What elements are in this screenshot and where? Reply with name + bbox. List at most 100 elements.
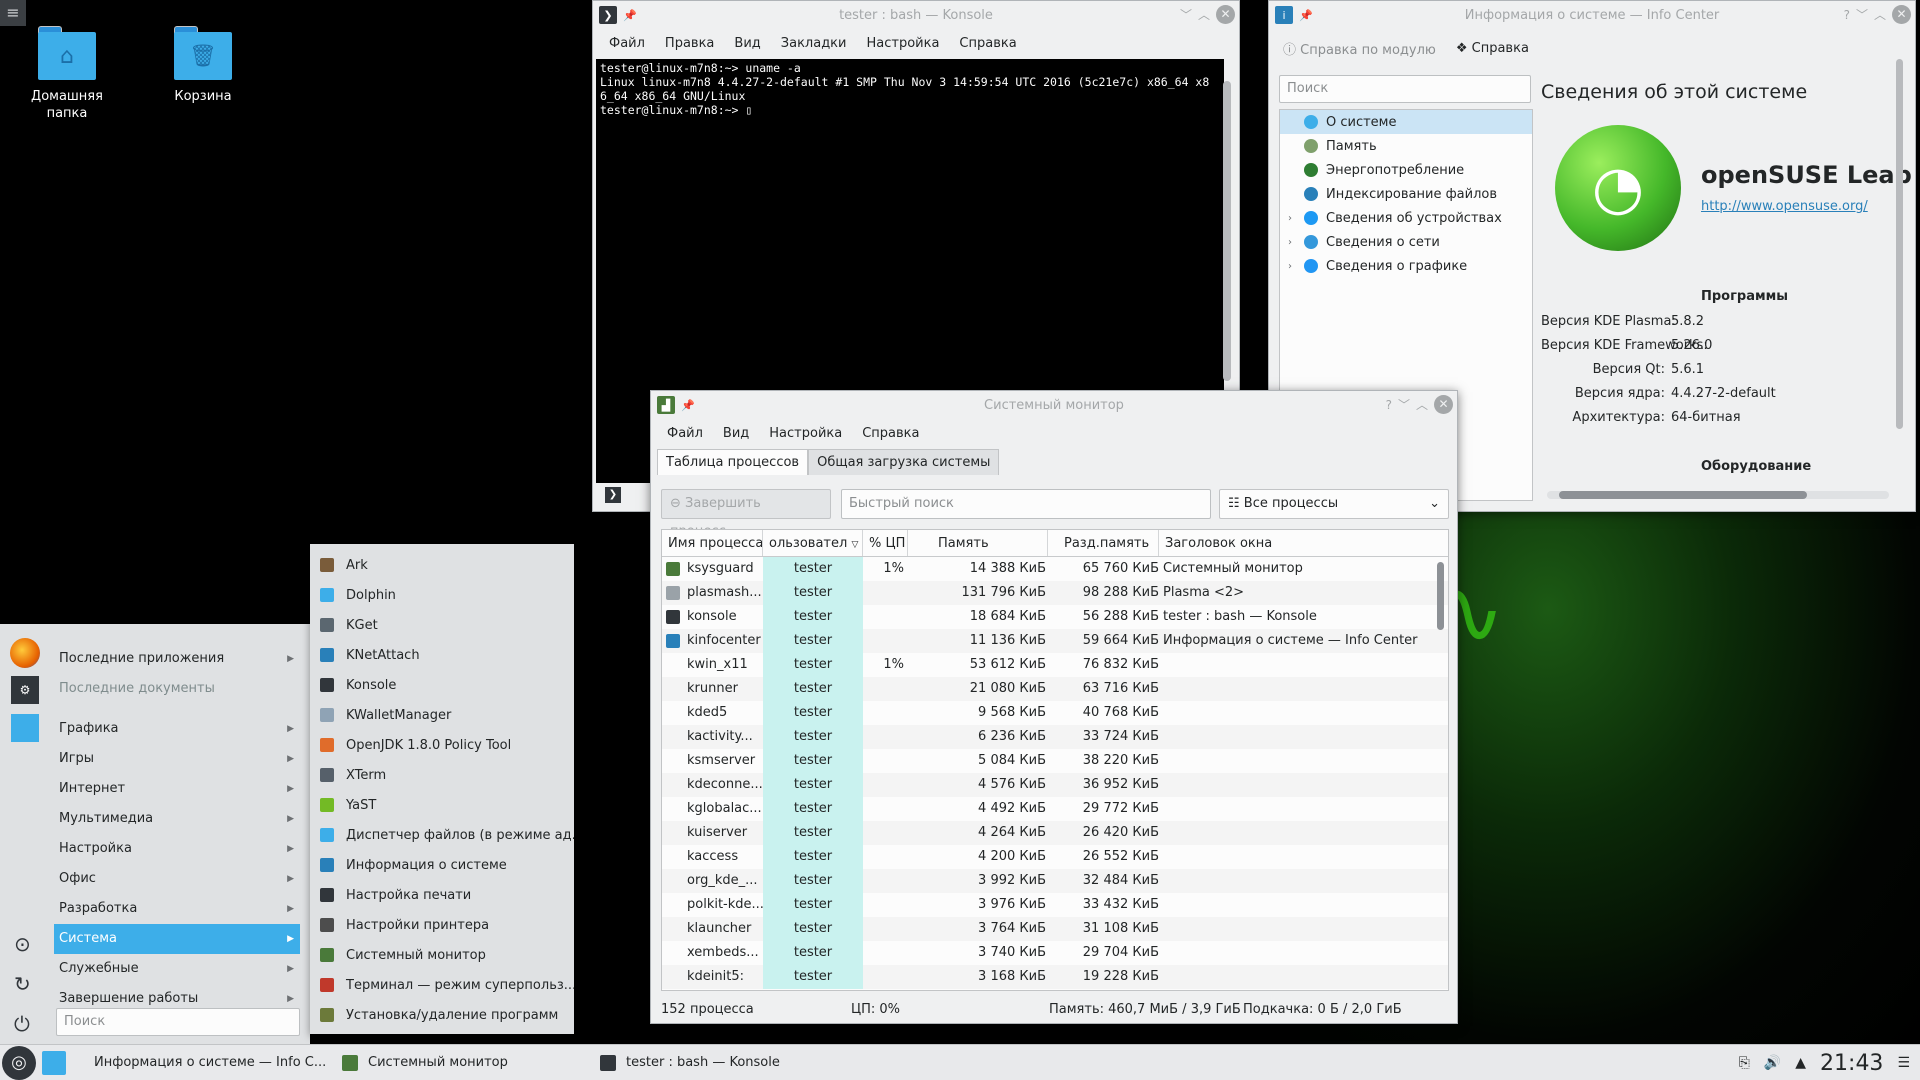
tree-item[interactable]: Энергопотребление <box>1280 158 1532 182</box>
switch-user-icon[interactable]: ↻ <box>14 972 31 996</box>
table-row[interactable]: polkit-kde... tester 3 976 КиБ 33 432 КиБ <box>662 893 1448 917</box>
table-row[interactable]: kded5 tester 9 568 КиБ 40 768 КиБ <box>662 701 1448 725</box>
konsole-tab-icon[interactable]: ❯ <box>605 487 621 503</box>
konsole-titlebar[interactable]: ❯ 📌 tester : bash — Konsole ﹀ ︿ ✕ <box>593 1 1239 29</box>
search-input[interactable]: Поиск <box>1279 75 1531 103</box>
taskbar-task[interactable]: Информация о системе — Info C... <box>76 1047 334 1079</box>
table-row[interactable]: kinfocenter tester 11 136 КиБ 59 664 КиБ Инф… <box>662 629 1448 653</box>
menu-file[interactable]: Файл <box>657 426 713 441</box>
infocenter-titlebar[interactable]: i 📌 Информация о системе — Info Center ?… <box>1269 1 1915 29</box>
minimize-icon[interactable]: ﹀ <box>1398 396 1410 413</box>
taskbar-task[interactable]: tester : bash — Konsole <box>592 1047 812 1079</box>
submenu-item[interactable]: KGet <box>310 610 574 640</box>
table-row[interactable]: org_kde_... tester 3 992 КиБ 32 484 КиБ <box>662 869 1448 893</box>
desktop-toolbox-button[interactable]: ≡ <box>0 0 26 26</box>
table-row[interactable]: plasmash... tester 131 796 КиБ 98 288 КиБ Pl… <box>662 581 1448 605</box>
lock-screen-icon[interactable]: ⊙ <box>14 932 31 956</box>
submenu-item[interactable]: KNetAttach <box>310 640 574 670</box>
tree-item[interactable]: › Сведения об устройствах <box>1280 206 1532 230</box>
category-item[interactable]: Система ▶ <box>54 924 300 954</box>
menu-settings[interactable]: Настройка <box>759 426 852 441</box>
table-row[interactable]: kaccess tester 4 200 КиБ 26 552 КиБ <box>662 845 1448 869</box>
tree-item[interactable]: › Сведения о графике <box>1280 254 1532 278</box>
volume-icon[interactable]: 🔊 <box>1764 1055 1781 1071</box>
desktop-icon-home[interactable]: ⌂ Домашняя папка <box>12 26 122 122</box>
maximize-icon[interactable]: ︿ <box>1198 6 1210 23</box>
minimize-icon[interactable]: ﹀ <box>1856 6 1868 23</box>
table-row[interactable]: kactivity... tester 6 236 КиБ 33 724 КиБ <box>662 725 1448 749</box>
menu-settings[interactable]: Настройка <box>856 36 949 51</box>
desktop-icon-trash[interactable]: 🗑 Корзина <box>148 26 258 105</box>
menu-bookmarks[interactable]: Закладки <box>771 36 857 51</box>
submenu-item[interactable]: Dolphin <box>310 580 574 610</box>
help-icon[interactable]: ? <box>1844 8 1850 22</box>
table-row[interactable]: xembeds... tester 3 740 КиБ 29 704 КиБ <box>662 941 1448 965</box>
pin-icon[interactable]: 📌 <box>681 399 695 412</box>
show-desktop-icon[interactable] <box>42 1050 66 1075</box>
panel-menu-icon[interactable]: ☰ <box>1897 1055 1910 1071</box>
expand-arrow-icon[interactable]: › <box>1288 237 1292 248</box>
sysmon-titlebar[interactable]: ▟ 📌 Системный монитор ? ﹀ ︿ ✕ <box>651 391 1457 419</box>
power-icon[interactable]: ⏻ <box>14 1012 30 1036</box>
terminal-scrollbar[interactable] <box>1223 81 1231 381</box>
menu-edit[interactable]: Правка <box>655 36 724 51</box>
firefox-icon[interactable] <box>10 638 40 668</box>
clipboard-icon[interactable]: ⎘ <box>1739 1055 1750 1071</box>
table-row[interactable]: kdeconne... tester 4 576 КиБ 36 952 КиБ <box>662 773 1448 797</box>
col-memory[interactable]: Память <box>908 530 1048 556</box>
submenu-item[interactable]: Информация о системе <box>310 850 574 880</box>
maximize-icon[interactable]: ︿ <box>1874 6 1886 23</box>
distro-url-link[interactable]: http://www.opensuse.org/ <box>1701 199 1868 214</box>
close-icon[interactable]: ✕ <box>1892 5 1911 24</box>
category-item[interactable]: Офис ▶ <box>54 864 300 894</box>
category-item[interactable]: Служебные ▶ <box>54 954 300 984</box>
help-icon[interactable]: ? <box>1386 398 1392 412</box>
minimize-icon[interactable]: ﹀ <box>1180 6 1192 23</box>
tab-process-table[interactable]: Таблица процессов <box>657 449 809 475</box>
submenu-item[interactable]: Установка/удаление программ <box>310 1000 574 1030</box>
table-row[interactable]: klauncher tester 3 764 КиБ 31 108 КиБ <box>662 917 1448 941</box>
submenu-item[interactable]: Настройки принтера <box>310 910 574 940</box>
submenu-item[interactable]: Системный монитор <box>310 940 574 970</box>
taskbar-task[interactable]: Системный монитор <box>334 1047 592 1079</box>
category-item[interactable]: Последние приложения ▶ <box>54 644 300 674</box>
submenu-item[interactable]: Диспетчер файлов (в режиме ад... <box>310 820 574 850</box>
table-row[interactable]: ksysguard tester 1% 14 388 КиБ 65 760 КиБ Сис… <box>662 557 1448 581</box>
table-row[interactable]: ksmserver tester 5 084 КиБ 38 220 КиБ <box>662 749 1448 773</box>
expand-arrow-icon[interactable]: › <box>1288 213 1292 224</box>
tree-item[interactable]: Память <box>1280 134 1532 158</box>
pin-icon[interactable]: 📌 <box>623 9 637 22</box>
tree-item[interactable]: Индексирование файлов <box>1280 182 1532 206</box>
close-icon[interactable]: ✕ <box>1434 395 1453 414</box>
maximize-icon[interactable]: ︿ <box>1416 396 1428 413</box>
category-item[interactable]: Настройка ▶ <box>54 834 300 864</box>
category-item[interactable]: Игры ▶ <box>54 744 300 774</box>
table-row[interactable]: kdeinit5: tester 3 168 КиБ 19 228 КиБ <box>662 965 1448 989</box>
expand-arrow-icon[interactable]: › <box>1288 261 1292 272</box>
tray-expand-icon[interactable]: ▲ <box>1795 1055 1806 1071</box>
submenu-item[interactable]: YaST <box>310 790 574 820</box>
category-item[interactable]: Мультимедиа ▶ <box>54 804 300 834</box>
kill-process-button[interactable]: ⊖ Завершить процесс... <box>661 489 831 539</box>
tree-item[interactable]: › Сведения о сети <box>1280 230 1532 254</box>
col-shared[interactable]: Разд.память <box>1048 530 1159 556</box>
help-button[interactable]: ❖ Справка <box>1456 41 1529 56</box>
menu-view[interactable]: Вид <box>713 426 759 441</box>
category-item[interactable]: Разработка ▶ <box>54 894 300 924</box>
col-window-title[interactable]: Заголовок окна <box>1159 530 1448 556</box>
close-icon[interactable]: ✕ <box>1216 5 1235 24</box>
submenu-item[interactable]: XTerm <box>310 760 574 790</box>
menu-help[interactable]: Справка <box>852 426 929 441</box>
menu-view[interactable]: Вид <box>724 36 770 51</box>
application-launcher-button[interactable]: ◎ <box>2 1045 36 1080</box>
tab-system-load[interactable]: Общая загрузка системы <box>808 449 1000 475</box>
settings-favorite-icon[interactable]: ⚙ <box>11 676 39 704</box>
table-row[interactable]: konsole tester 18 684 КиБ 56 288 КиБ tester … <box>662 605 1448 629</box>
category-item[interactable]: Графика ▶ <box>54 714 300 744</box>
quick-search-input[interactable]: Быстрый поиск <box>841 489 1211 519</box>
table-row[interactable]: kglobalac... tester 4 492 КиБ 29 772 КиБ <box>662 797 1448 821</box>
submenu-item[interactable]: Konsole <box>310 670 574 700</box>
submenu-item[interactable]: OpenJDK 1.8.0 Policy Tool <box>310 730 574 760</box>
pin-icon[interactable]: 📌 <box>1299 9 1313 22</box>
submenu-item[interactable]: Терминал — режим суперпольз... <box>310 970 574 1000</box>
